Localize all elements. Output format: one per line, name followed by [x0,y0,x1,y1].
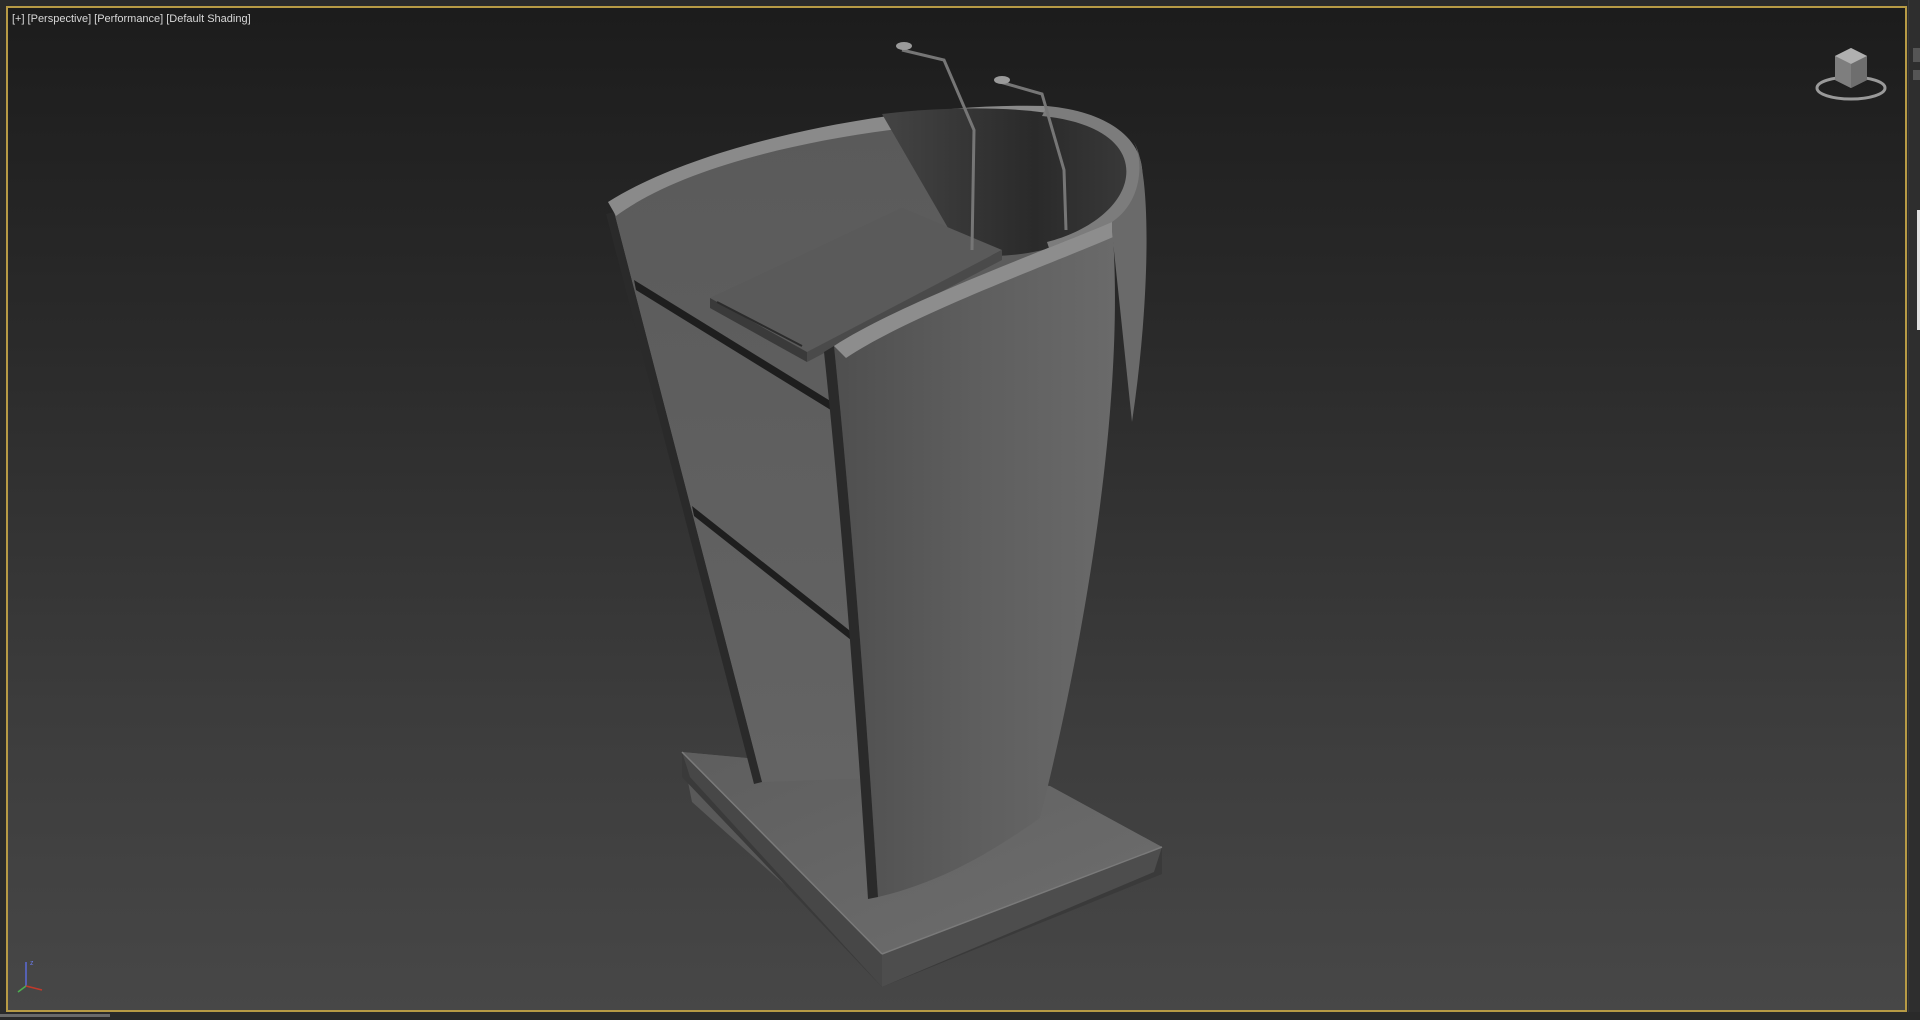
perspective-viewport[interactable]: [+] [Perspective] [Performance] [Default… [6,6,1907,1012]
axis-tripod-icon: z [17,960,43,993]
svg-text:z: z [30,960,34,967]
right-panel-edge [1908,0,1920,1020]
app-window: [+] [Perspective] [Performance] [Default… [0,0,1920,1020]
podium-model[interactable] [8,8,1905,1010]
panel-tab[interactable] [1913,70,1920,80]
viewcube-icon[interactable] [1811,36,1891,106]
status-bar-segment [0,1014,110,1017]
bottom-status-edge [0,1012,1920,1020]
panel-tab[interactable] [1913,48,1920,62]
